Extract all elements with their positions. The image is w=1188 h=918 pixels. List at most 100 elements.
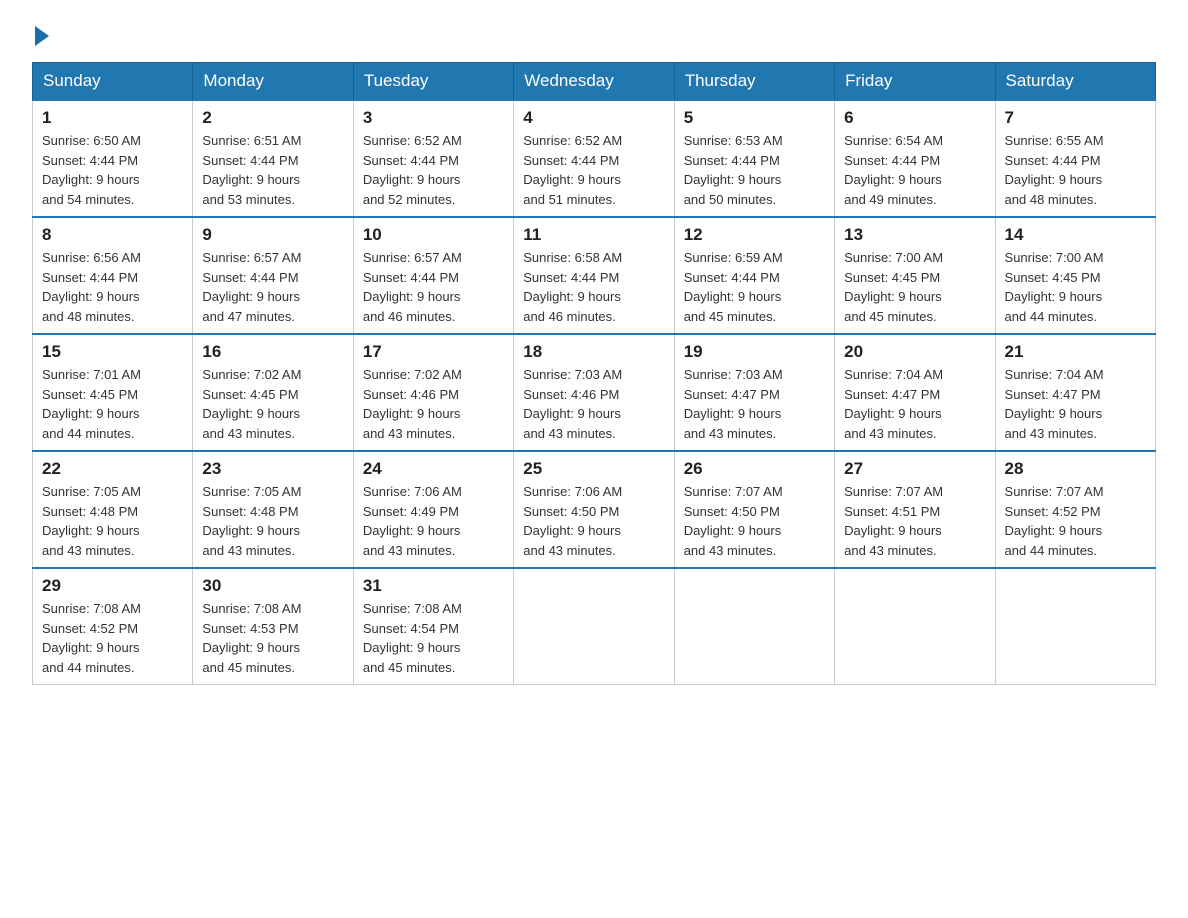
day-info: Sunrise: 6:59 AMSunset: 4:44 PMDaylight:… xyxy=(684,248,825,326)
day-number: 11 xyxy=(523,225,664,245)
calendar-cell xyxy=(514,568,674,685)
day-info: Sunrise: 6:50 AMSunset: 4:44 PMDaylight:… xyxy=(42,131,183,209)
calendar-cell: 3 Sunrise: 6:52 AMSunset: 4:44 PMDaylight… xyxy=(353,100,513,217)
calendar-cell: 31Sunrise: 7:08 AMSunset: 4:54 PMDayligh… xyxy=(353,568,513,685)
day-number: 19 xyxy=(684,342,825,362)
logo-triangle-icon xyxy=(35,26,49,46)
calendar-cell: 21 Sunrise: 7:04 AMSunset: 4:47 PMDayligh… xyxy=(995,334,1155,451)
day-info: Sunrise: 7:07 AMSunset: 4:52 PMDaylight:… xyxy=(1005,482,1146,560)
day-info: Sunrise: 7:06 AMSunset: 4:49 PMDaylight:… xyxy=(363,482,504,560)
day-number: 9 xyxy=(202,225,343,245)
calendar-cell: 26Sunrise: 7:07 AMSunset: 4:50 PMDayligh… xyxy=(674,451,834,568)
col-header-monday: Monday xyxy=(193,63,353,101)
day-number: 6 xyxy=(844,108,985,128)
calendar-cell: 7 Sunrise: 6:55 AMSunset: 4:44 PMDaylight… xyxy=(995,100,1155,217)
calendar-cell: 19 Sunrise: 7:03 AMSunset: 4:47 PMDayligh… xyxy=(674,334,834,451)
col-header-thursday: Thursday xyxy=(674,63,834,101)
day-info: Sunrise: 7:04 AMSunset: 4:47 PMDaylight:… xyxy=(1005,365,1146,443)
calendar-cell: 25 Sunrise: 7:06 AMSunset: 4:50 PMDayligh… xyxy=(514,451,674,568)
calendar-cell: 29 Sunrise: 7:08 AMSunset: 4:52 PMDayligh… xyxy=(33,568,193,685)
day-info: Sunrise: 6:57 AMSunset: 4:44 PMDaylight:… xyxy=(202,248,343,326)
calendar-cell xyxy=(674,568,834,685)
day-info: Sunrise: 7:06 AMSunset: 4:50 PMDaylight:… xyxy=(523,482,664,560)
calendar-cell: 8Sunrise: 6:56 AMSunset: 4:44 PMDaylight… xyxy=(33,217,193,334)
day-info: Sunrise: 6:53 AMSunset: 4:44 PMDaylight:… xyxy=(684,131,825,209)
calendar-cell: 24 Sunrise: 7:06 AMSunset: 4:49 PMDayligh… xyxy=(353,451,513,568)
calendar-cell: 1 Sunrise: 6:50 AMSunset: 4:44 PMDaylight… xyxy=(33,100,193,217)
col-header-saturday: Saturday xyxy=(995,63,1155,101)
day-number: 17 xyxy=(363,342,504,362)
col-header-friday: Friday xyxy=(835,63,995,101)
day-info: Sunrise: 7:08 AMSunset: 4:53 PMDaylight:… xyxy=(202,599,343,677)
calendar-cell: 12 Sunrise: 6:59 AMSunset: 4:44 PMDayligh… xyxy=(674,217,834,334)
day-info: Sunrise: 6:54 AMSunset: 4:44 PMDaylight:… xyxy=(844,131,985,209)
day-number: 31 xyxy=(363,576,504,596)
day-number: 7 xyxy=(1005,108,1146,128)
day-number: 28 xyxy=(1005,459,1146,479)
col-header-sunday: Sunday xyxy=(33,63,193,101)
calendar-cell: 5 Sunrise: 6:53 AMSunset: 4:44 PMDaylight… xyxy=(674,100,834,217)
day-info: Sunrise: 7:03 AMSunset: 4:46 PMDaylight:… xyxy=(523,365,664,443)
week-row-2: 8Sunrise: 6:56 AMSunset: 4:44 PMDaylight… xyxy=(33,217,1156,334)
week-row-1: 1 Sunrise: 6:50 AMSunset: 4:44 PMDaylight… xyxy=(33,100,1156,217)
calendar-cell: 16 Sunrise: 7:02 AMSunset: 4:45 PMDayligh… xyxy=(193,334,353,451)
day-info: Sunrise: 7:04 AMSunset: 4:47 PMDaylight:… xyxy=(844,365,985,443)
day-number: 25 xyxy=(523,459,664,479)
calendar-cell: 4 Sunrise: 6:52 AMSunset: 4:44 PMDaylight… xyxy=(514,100,674,217)
day-number: 29 xyxy=(42,576,183,596)
day-number: 3 xyxy=(363,108,504,128)
day-number: 14 xyxy=(1005,225,1146,245)
day-info: Sunrise: 7:05 AMSunset: 4:48 PMDaylight:… xyxy=(202,482,343,560)
day-info: Sunrise: 6:58 AMSunset: 4:44 PMDaylight:… xyxy=(523,248,664,326)
calendar-cell: 9 Sunrise: 6:57 AMSunset: 4:44 PMDaylight… xyxy=(193,217,353,334)
day-info: Sunrise: 6:51 AMSunset: 4:44 PMDaylight:… xyxy=(202,131,343,209)
day-number: 20 xyxy=(844,342,985,362)
day-number: 23 xyxy=(202,459,343,479)
week-row-4: 22Sunrise: 7:05 AMSunset: 4:48 PMDayligh… xyxy=(33,451,1156,568)
calendar-cell: 15 Sunrise: 7:01 AMSunset: 4:45 PMDayligh… xyxy=(33,334,193,451)
calendar-cell: 10 Sunrise: 6:57 AMSunset: 4:44 PMDayligh… xyxy=(353,217,513,334)
logo xyxy=(32,24,49,42)
day-number: 27 xyxy=(844,459,985,479)
calendar-cell xyxy=(835,568,995,685)
day-info: Sunrise: 6:52 AMSunset: 4:44 PMDaylight:… xyxy=(523,131,664,209)
calendar-cell: 11 Sunrise: 6:58 AMSunset: 4:44 PMDayligh… xyxy=(514,217,674,334)
day-number: 5 xyxy=(684,108,825,128)
day-number: 16 xyxy=(202,342,343,362)
day-info: Sunrise: 7:08 AMSunset: 4:52 PMDaylight:… xyxy=(42,599,183,677)
day-info: Sunrise: 7:00 AMSunset: 4:45 PMDaylight:… xyxy=(1005,248,1146,326)
calendar-cell xyxy=(995,568,1155,685)
calendar-cell: 18 Sunrise: 7:03 AMSunset: 4:46 PMDayligh… xyxy=(514,334,674,451)
day-number: 1 xyxy=(42,108,183,128)
day-info: Sunrise: 7:02 AMSunset: 4:46 PMDaylight:… xyxy=(363,365,504,443)
week-row-5: 29 Sunrise: 7:08 AMSunset: 4:52 PMDayligh… xyxy=(33,568,1156,685)
page-header xyxy=(32,24,1156,42)
calendar-cell: 13 Sunrise: 7:00 AMSunset: 4:45 PMDayligh… xyxy=(835,217,995,334)
calendar-cell: 30 Sunrise: 7:08 AMSunset: 4:53 PMDayligh… xyxy=(193,568,353,685)
day-number: 30 xyxy=(202,576,343,596)
day-number: 12 xyxy=(684,225,825,245)
day-number: 13 xyxy=(844,225,985,245)
calendar-cell: 23 Sunrise: 7:05 AMSunset: 4:48 PMDayligh… xyxy=(193,451,353,568)
day-info: Sunrise: 7:05 AMSunset: 4:48 PMDaylight:… xyxy=(42,482,183,560)
day-number: 10 xyxy=(363,225,504,245)
day-number: 21 xyxy=(1005,342,1146,362)
day-number: 4 xyxy=(523,108,664,128)
day-number: 18 xyxy=(523,342,664,362)
day-number: 15 xyxy=(42,342,183,362)
day-info: Sunrise: 7:00 AMSunset: 4:45 PMDaylight:… xyxy=(844,248,985,326)
day-info: Sunrise: 7:07 AMSunset: 4:50 PMDaylight:… xyxy=(684,482,825,560)
calendar-cell: 22Sunrise: 7:05 AMSunset: 4:48 PMDayligh… xyxy=(33,451,193,568)
day-info: Sunrise: 6:55 AMSunset: 4:44 PMDaylight:… xyxy=(1005,131,1146,209)
day-info: Sunrise: 7:02 AMSunset: 4:45 PMDaylight:… xyxy=(202,365,343,443)
calendar-cell: 27Sunrise: 7:07 AMSunset: 4:51 PMDayligh… xyxy=(835,451,995,568)
col-header-tuesday: Tuesday xyxy=(353,63,513,101)
day-info: Sunrise: 7:03 AMSunset: 4:47 PMDaylight:… xyxy=(684,365,825,443)
day-number: 8 xyxy=(42,225,183,245)
day-info: Sunrise: 7:01 AMSunset: 4:45 PMDaylight:… xyxy=(42,365,183,443)
calendar-cell: 20 Sunrise: 7:04 AMSunset: 4:47 PMDayligh… xyxy=(835,334,995,451)
day-number: 24 xyxy=(363,459,504,479)
day-info: Sunrise: 6:52 AMSunset: 4:44 PMDaylight:… xyxy=(363,131,504,209)
day-info: Sunrise: 6:57 AMSunset: 4:44 PMDaylight:… xyxy=(363,248,504,326)
calendar-cell: 6 Sunrise: 6:54 AMSunset: 4:44 PMDaylight… xyxy=(835,100,995,217)
